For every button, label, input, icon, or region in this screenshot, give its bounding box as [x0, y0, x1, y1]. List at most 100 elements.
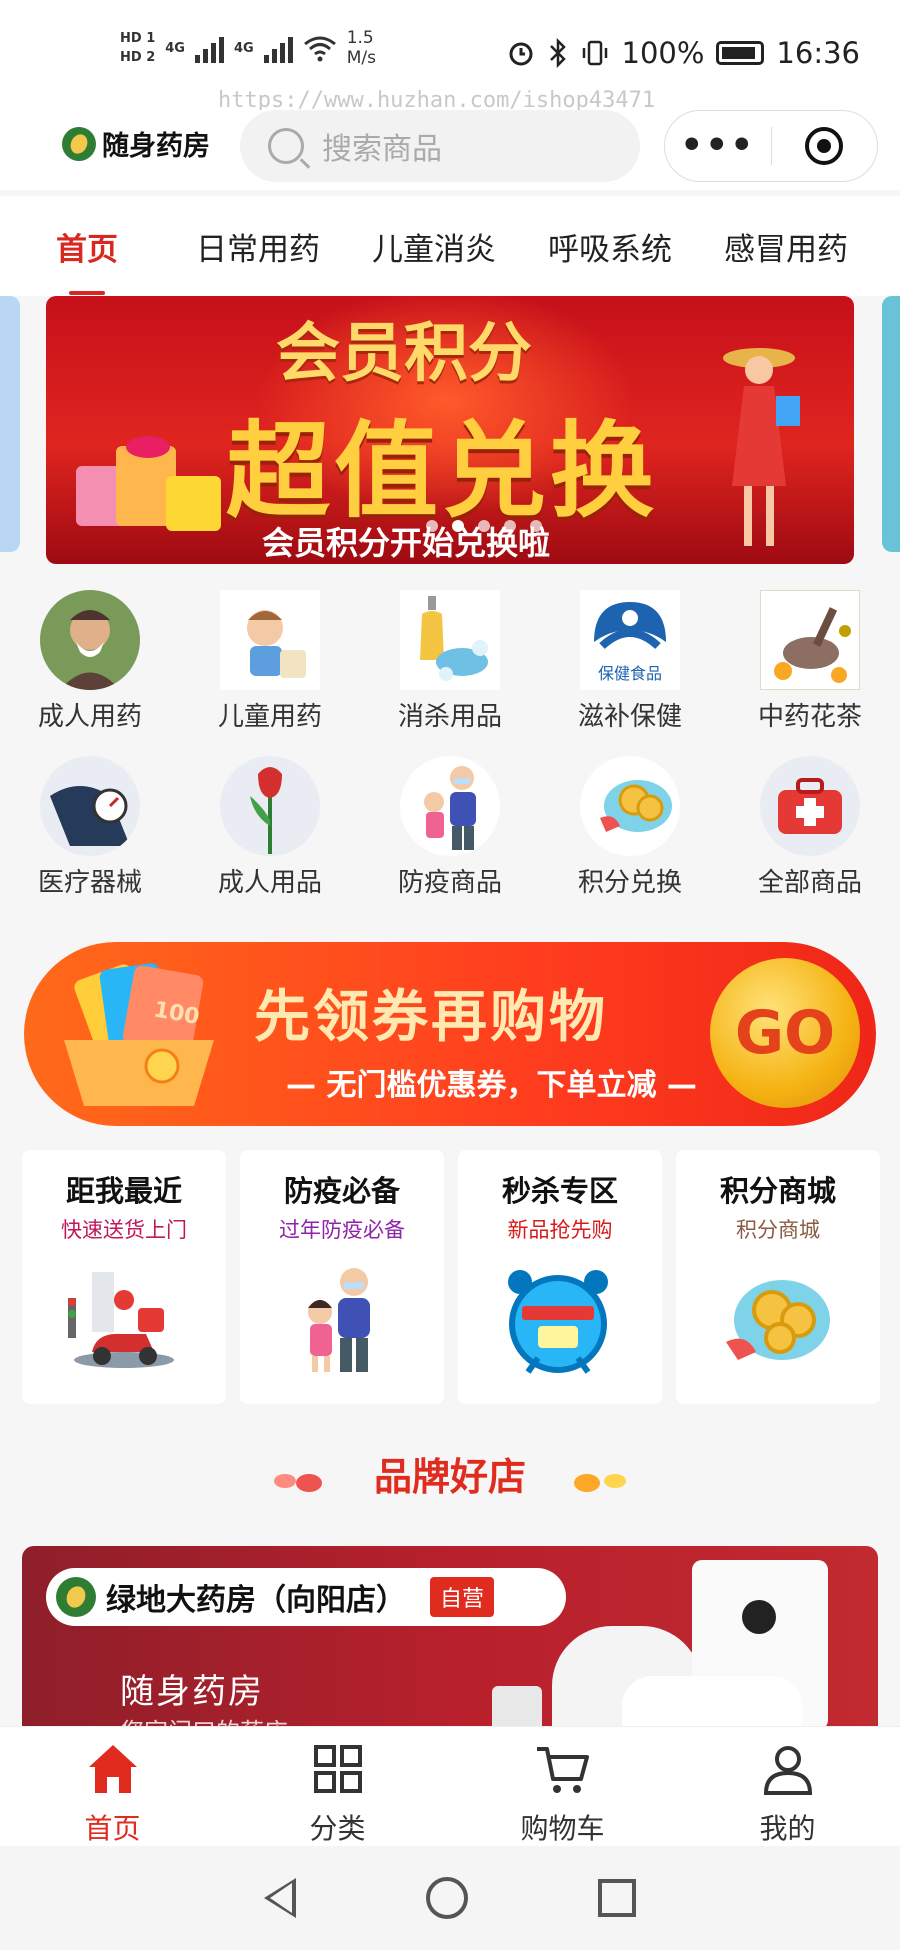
sim-indicator: HD 1 HD 2	[120, 31, 155, 65]
tab-cold-medicine[interactable]: 感冒用药	[724, 224, 848, 269]
network-type-1: 4G	[165, 40, 185, 56]
prev-banner-peek	[0, 296, 20, 552]
app-logo: 随身药房	[62, 124, 210, 163]
sick-child-icon	[220, 590, 320, 690]
herbal-tea-icon	[760, 590, 860, 690]
banner-carousel[interactable]: 会员积分 超值兑换 会员积分开始兑换啦	[0, 296, 900, 566]
grid-icon	[313, 1745, 362, 1793]
target-icon	[805, 127, 844, 165]
category-health-supplement[interactable]: 保健食品 滋补保健	[540, 590, 720, 733]
more-dots-icon[interactable]: •••	[665, 110, 771, 182]
category-herbal-tea[interactable]: 中药花茶	[720, 590, 900, 733]
nav-category[interactable]: 分类	[225, 1727, 450, 1846]
product-device-icon	[492, 1686, 542, 1726]
vibrate-icon	[582, 40, 607, 66]
coupon-subtitle: — 无门槛优惠券，下单立减 —	[286, 1068, 697, 1103]
battery-icon	[716, 41, 765, 65]
masked-family-icon	[400, 756, 500, 856]
bluetooth-icon	[549, 38, 566, 68]
app-page: HD 1 HD 2 4G 4G 1.5 M/s 100% 16:36 https…	[0, 0, 900, 1950]
banner-line1: 会员积分	[276, 317, 532, 391]
shop-slogan-sub: 您家门口的药店	[120, 1712, 288, 1726]
network-type-2: 4G	[233, 40, 254, 56]
app-header: 随身药房 搜索商品 •••	[0, 110, 900, 190]
soap-icon	[400, 590, 500, 690]
home-icon	[88, 1745, 137, 1793]
feature-card-epidemic[interactable]: 防疫必备 过年防疫必备	[240, 1150, 444, 1404]
status-bar: HD 1 HD 2 4G 4G 1.5 M/s 100% 16:36 https…	[0, 0, 900, 113]
coupon-cards-icon: 100	[64, 963, 214, 1106]
search-placeholder: 搜索商品	[322, 132, 442, 167]
banner-slide[interactable]: 会员积分 超值兑换 会员积分开始兑换啦	[46, 296, 854, 564]
right-leaf-icon	[574, 1474, 600, 1492]
sim1-label: HD 1	[120, 31, 156, 46]
shop-name-pill[interactable]: 绿地大药房（向阳店） 自营	[46, 1568, 566, 1626]
brand-section-header: 品牌好店	[0, 1446, 900, 1501]
coins-icon	[580, 756, 680, 856]
category-adult-medicine[interactable]: 成人用药	[0, 590, 180, 733]
recent-apps-icon[interactable]	[598, 1879, 636, 1917]
next-banner-peek	[882, 296, 900, 552]
sneezing-man-icon	[40, 590, 140, 690]
shop-card[interactable]: 绿地大药房（向阳店） 自营 随身药房 您家门口的药店	[22, 1546, 878, 1726]
shop-slogan: 随身药房	[120, 1672, 264, 1712]
network-speed: 1.5 M/s	[346, 28, 376, 68]
shop-name: 绿地大药房（向阳店）	[106, 1583, 406, 1618]
signal-2-icon	[263, 33, 293, 63]
nav-home[interactable]: 首页	[0, 1727, 225, 1846]
home-circle-icon[interactable]	[426, 1877, 468, 1919]
user-icon	[763, 1746, 812, 1795]
search-icon	[268, 128, 304, 164]
brand-section-title: 品牌好店	[373, 1455, 526, 1499]
feature-card-nearest[interactable]: 距我最近 快速送货上门	[22, 1150, 226, 1404]
category-adult-products[interactable]: 成人用品	[180, 756, 360, 899]
clock: 16:36	[776, 36, 860, 70]
shopping-lady-icon	[723, 348, 800, 546]
category-epidemic-prevention[interactable]: 防疫商品	[360, 756, 540, 899]
category-points-exchange[interactable]: 积分兑换	[540, 756, 720, 899]
category-child-medicine[interactable]: 儿童用药	[180, 590, 360, 733]
coupon-title: 先领券再购物	[254, 985, 608, 1050]
coupon-go-button[interactable]: GO	[710, 958, 860, 1108]
search-input[interactable]: 搜索商品	[240, 110, 640, 182]
cart-icon	[536, 1747, 589, 1793]
wifi-icon	[303, 36, 336, 62]
close-target-button[interactable]	[772, 127, 878, 165]
tab-respiratory[interactable]: 呼吸系统	[548, 224, 672, 269]
category-all-products[interactable]: 全部商品	[720, 756, 900, 899]
rice-cooker-icon	[622, 1676, 802, 1726]
category-medical-devices[interactable]: 医疗器械	[0, 756, 180, 899]
carousel-dots	[426, 520, 542, 532]
tab-home[interactable]: 首页	[56, 224, 118, 295]
back-icon[interactable]	[264, 1878, 296, 1918]
nav-cart[interactable]: 购物车	[450, 1727, 675, 1846]
banner-line2: 超值兑换	[226, 410, 659, 532]
coins-icon	[726, 1280, 830, 1360]
bottom-tab-bar: 首页 分类 购物车 我的	[0, 1726, 900, 1846]
battery-percent: 100%	[621, 36, 705, 70]
health-food-icon: 保健食品	[580, 590, 680, 690]
tulip-icon	[220, 756, 320, 856]
blood-pressure-icon	[40, 756, 140, 856]
mini-program-capsule: •••	[664, 110, 878, 182]
shop-logo-icon	[56, 1577, 96, 1617]
category-tabs: 首页 日常用药 儿童消炎 呼吸系统 感冒用药	[0, 196, 900, 296]
masked-family-icon	[308, 1268, 370, 1372]
sim2-label: HD 2	[120, 50, 156, 65]
alarm-clock-icon	[508, 1270, 608, 1374]
first-aid-kit-icon	[760, 756, 860, 856]
coupon-banner[interactable]: 100 先领券再购物 — 无门槛优惠券，下单立减 — GO	[24, 942, 876, 1126]
feature-card-flash-sale[interactable]: 秒杀专区 新品抢先购	[458, 1150, 662, 1404]
category-disinfection[interactable]: 消杀用品	[360, 590, 540, 733]
feature-cards: 距我最近 快速送货上门 防疫必备 过年防疫必备 秒杀专区 新品抢先购 积分商城 …	[22, 1150, 880, 1404]
nav-profile[interactable]: 我的	[675, 1727, 900, 1846]
self-operated-badge: 自营	[430, 1577, 495, 1617]
tab-child-antiinflammatory[interactable]: 儿童消炎	[372, 224, 496, 269]
category-grid: 成人用药 儿童用药 消杀用品 保健食品 滋补保健 中药花茶 医疗器械 成人用品 …	[0, 590, 900, 910]
tab-daily-medicine[interactable]: 日常用药	[196, 224, 320, 269]
alarm-icon	[509, 42, 532, 66]
gift-bags-icon	[76, 436, 226, 536]
system-nav-bar	[0, 1846, 900, 1950]
signal-1-icon	[194, 33, 224, 63]
feature-card-points-mall[interactable]: 积分商城 积分商城	[676, 1150, 880, 1404]
